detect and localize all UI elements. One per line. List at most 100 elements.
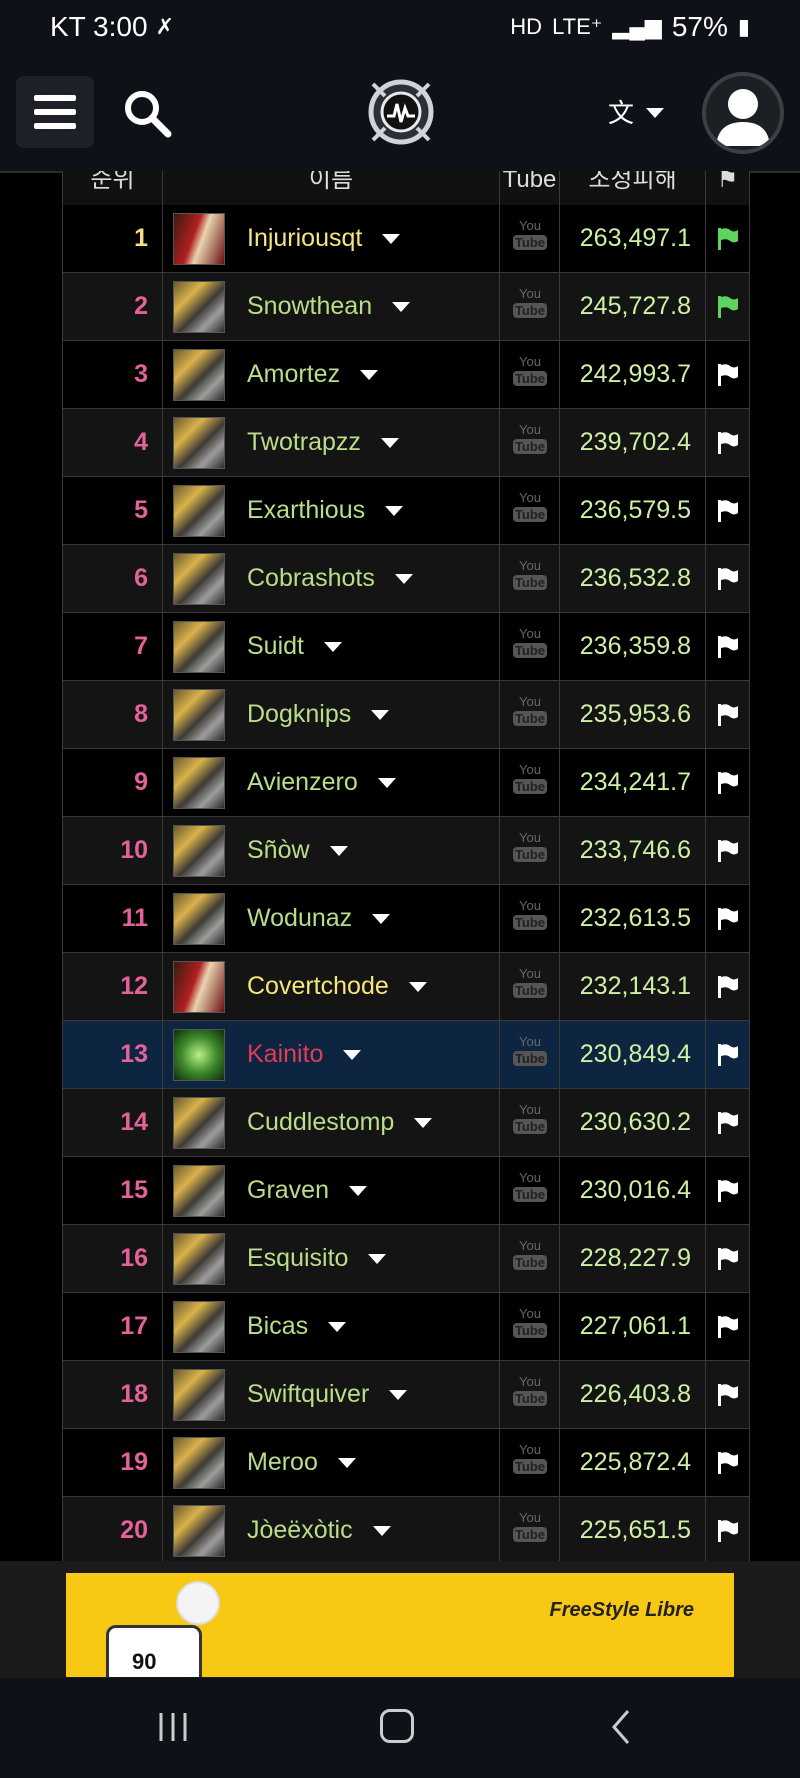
player-name[interactable]: Sñòw xyxy=(247,817,348,884)
recents-icon[interactable] xyxy=(155,1711,191,1743)
report-flag-icon[interactable] xyxy=(716,975,740,999)
report-flag-icon[interactable] xyxy=(716,907,740,931)
dropdown-caret-icon[interactable] xyxy=(371,710,390,721)
player-name[interactable]: Avienzero xyxy=(247,749,396,816)
dropdown-caret-icon[interactable] xyxy=(348,1186,367,1197)
table-row[interactable]: 1 Injuriousqt You Tube 263,497.1 xyxy=(63,205,749,273)
table-row[interactable]: 2 Snowthean You Tube 245,727.8 xyxy=(63,273,749,341)
player-name[interactable]: Injuriousqt xyxy=(247,205,401,272)
youtube-icon[interactable]: You Tube xyxy=(513,354,547,396)
header-youtube[interactable]: Tube xyxy=(500,171,560,205)
dropdown-caret-icon[interactable] xyxy=(360,370,379,381)
table-row[interactable]: 6 Cobrashots You Tube 236,532.8 xyxy=(63,545,749,613)
dropdown-caret-icon[interactable] xyxy=(368,1254,387,1265)
player-name[interactable]: Graven xyxy=(247,1157,367,1224)
translate-icon[interactable]: 文 xyxy=(606,94,668,132)
youtube-icon[interactable]: You Tube xyxy=(513,626,547,668)
dropdown-caret-icon[interactable] xyxy=(392,302,411,313)
ad-banner[interactable]: 90 FreeStyle Libre xyxy=(66,1573,734,1677)
youtube-icon[interactable]: You Tube xyxy=(513,1306,547,1348)
dropdown-caret-icon[interactable] xyxy=(372,914,391,925)
player-name[interactable]: Cobrashots xyxy=(247,545,413,612)
report-flag-icon[interactable] xyxy=(716,227,740,251)
dropdown-caret-icon[interactable] xyxy=(394,574,413,585)
home-icon[interactable] xyxy=(380,1709,414,1743)
player-name[interactable]: Wodunaz xyxy=(247,885,391,952)
table-row[interactable]: 4 Twotrapzz You Tube 239,702.4 xyxy=(63,409,749,477)
player-name[interactable]: Kainito xyxy=(247,1021,362,1088)
player-name[interactable]: Jòeëxòtic xyxy=(247,1497,391,1561)
dropdown-caret-icon[interactable] xyxy=(382,234,401,245)
table-row[interactable]: 17 Bicas You Tube 227,061.1 xyxy=(63,1293,749,1361)
youtube-icon[interactable]: You Tube xyxy=(513,1374,547,1416)
table-row[interactable]: 9 Avienzero You Tube 234,241.7 xyxy=(63,749,749,817)
player-name[interactable]: Esquisito xyxy=(247,1225,387,1292)
youtube-icon[interactable]: You Tube xyxy=(513,762,547,804)
dropdown-caret-icon[interactable] xyxy=(343,1050,362,1061)
player-name[interactable]: Meroo xyxy=(247,1429,356,1496)
youtube-icon[interactable]: You Tube xyxy=(513,830,547,872)
player-name[interactable]: Bicas xyxy=(247,1293,347,1360)
report-flag-icon[interactable] xyxy=(716,1315,740,1339)
dropdown-caret-icon[interactable] xyxy=(377,778,396,789)
header-name[interactable]: 이름 xyxy=(163,171,500,205)
report-flag-icon[interactable] xyxy=(716,635,740,659)
table-row[interactable]: 14 Cuddlestomp You Tube 230,630.2 xyxy=(63,1089,749,1157)
dropdown-caret-icon[interactable] xyxy=(323,642,342,653)
player-name[interactable]: Suidt xyxy=(247,613,342,680)
youtube-icon[interactable]: You Tube xyxy=(513,1170,547,1212)
dropdown-caret-icon[interactable] xyxy=(329,846,348,857)
header-rank[interactable]: 순위 xyxy=(63,171,163,205)
header-score[interactable]: 조정피해 xyxy=(560,171,706,205)
youtube-icon[interactable]: You Tube xyxy=(513,1510,547,1552)
dropdown-caret-icon[interactable] xyxy=(414,1118,433,1129)
youtube-icon[interactable]: You Tube xyxy=(513,898,547,940)
report-flag-icon[interactable] xyxy=(716,771,740,795)
report-flag-icon[interactable] xyxy=(716,499,740,523)
table-row[interactable]: 19 Meroo You Tube 225,872.4 xyxy=(63,1429,749,1497)
player-name[interactable]: Dogknips xyxy=(247,681,390,748)
player-name[interactable]: Covertchode xyxy=(247,953,427,1020)
youtube-icon[interactable]: You Tube xyxy=(513,1238,547,1280)
table-row[interactable]: 12 Covertchode You Tube 232,143.1 xyxy=(63,953,749,1021)
dropdown-caret-icon[interactable] xyxy=(408,982,427,993)
youtube-icon[interactable]: You Tube xyxy=(513,422,547,464)
report-flag-icon[interactable] xyxy=(716,1111,740,1135)
table-row[interactable]: 8 Dogknips You Tube 235,953.6 xyxy=(63,681,749,749)
youtube-icon[interactable]: You Tube xyxy=(513,218,547,260)
report-flag-icon[interactable] xyxy=(716,1179,740,1203)
player-name[interactable]: Snowthean xyxy=(247,273,411,340)
table-row[interactable]: 10 Sñòw You Tube 233,746.6 xyxy=(63,817,749,885)
dropdown-caret-icon[interactable] xyxy=(372,1526,391,1537)
dropdown-caret-icon[interactable] xyxy=(337,1458,356,1469)
table-row[interactable]: 11 Wodunaz You Tube 232,613.5 xyxy=(63,885,749,953)
player-name[interactable]: Twotrapzz xyxy=(247,409,399,476)
dropdown-caret-icon[interactable] xyxy=(385,506,404,517)
table-row[interactable]: 16 Esquisito You Tube 228,227.9 xyxy=(63,1225,749,1293)
youtube-icon[interactable]: You Tube xyxy=(513,1034,547,1076)
report-flag-icon[interactable] xyxy=(716,1519,740,1543)
user-avatar-button[interactable] xyxy=(702,72,784,154)
youtube-icon[interactable]: You Tube xyxy=(513,286,547,328)
dropdown-caret-icon[interactable] xyxy=(328,1322,347,1333)
table-row[interactable]: 5 Exarthious You Tube 236,579.5 xyxy=(63,477,749,545)
youtube-icon[interactable]: You Tube xyxy=(513,1102,547,1144)
table-row[interactable]: 20 Jòeëxòtic You Tube 225,651.5 xyxy=(63,1497,749,1561)
dropdown-caret-icon[interactable] xyxy=(389,1390,408,1401)
report-flag-icon[interactable] xyxy=(716,1247,740,1271)
report-flag-icon[interactable] xyxy=(716,363,740,387)
table-row[interactable]: 15 Graven You Tube 230,016.4 xyxy=(63,1157,749,1225)
player-name[interactable]: Amortez xyxy=(247,341,379,408)
back-icon[interactable] xyxy=(606,1708,636,1746)
search-icon[interactable] xyxy=(122,88,174,140)
site-logo[interactable] xyxy=(365,76,437,148)
youtube-icon[interactable]: You Tube xyxy=(513,966,547,1008)
table-row[interactable]: 13 Kainito You Tube 230,849.4 xyxy=(63,1021,749,1089)
player-name[interactable]: Cuddlestomp xyxy=(247,1089,433,1156)
report-flag-icon[interactable] xyxy=(716,1383,740,1407)
menu-button[interactable] xyxy=(16,76,94,148)
table-row[interactable]: 3 Amortez You Tube 242,993.7 xyxy=(63,341,749,409)
report-flag-icon[interactable] xyxy=(716,567,740,591)
table-row[interactable]: 7 Suidt You Tube 236,359.8 xyxy=(63,613,749,681)
report-flag-icon[interactable] xyxy=(716,1451,740,1475)
